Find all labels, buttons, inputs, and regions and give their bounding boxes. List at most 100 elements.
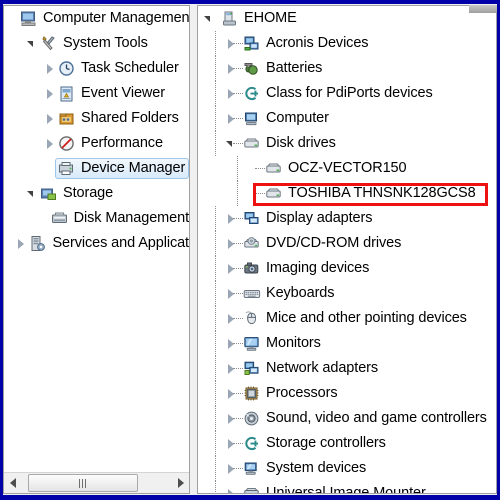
keyboard-icon [243, 285, 261, 303]
console-tree-pane[interactable]: Computer Management System Tools Task Sche… [3, 5, 190, 494]
expander-collapsed-icon[interactable] [223, 86, 239, 102]
tree-item[interactable]: Shared Folders [4, 106, 189, 131]
tree-item[interactable]: Keyboards [198, 281, 496, 306]
tree-connector-line [215, 256, 216, 281]
expander-collapsed-icon[interactable] [42, 111, 58, 127]
tree-connector-line [215, 381, 216, 406]
tree-item-label: Batteries [266, 60, 323, 77]
tree-item-label: Sound, video and game controllers [266, 410, 487, 427]
tree-item[interactable]: Device Manager [4, 156, 189, 181]
monitor-icon [243, 335, 261, 353]
tree-item[interactable]: Imaging devices [198, 256, 496, 281]
expander-collapsed-icon[interactable] [223, 111, 239, 127]
horizontal-scrollbar[interactable] [4, 472, 189, 493]
tree-item-label: Class for PdiPorts devices [266, 85, 433, 102]
tree-item[interactable]: Performance [4, 131, 189, 156]
expander-collapsed-icon[interactable] [223, 261, 239, 277]
expander-expanded-icon[interactable] [223, 136, 239, 152]
expander-collapsed-icon[interactable] [223, 61, 239, 77]
tree-item[interactable]: TOSHIBA THNSNK128GCS8 [198, 181, 496, 206]
tree-item[interactable]: Services and Applicat [4, 231, 189, 256]
tree-item[interactable]: EHOME [198, 6, 496, 31]
tree-item-label: Services and Applicat [52, 235, 189, 252]
tree-item[interactable]: Processors [198, 381, 496, 406]
tree-item-label: Universal Image Mounter [261, 486, 426, 493]
console-tree-viewport[interactable]: Computer Management System Tools Task Sche… [4, 6, 189, 472]
scrollbar-corner [469, 5, 497, 13]
expander-placeholder [35, 211, 51, 227]
client-area: Computer Management System Tools Task Sche… [3, 4, 497, 495]
expander-expanded-icon[interactable] [24, 186, 40, 202]
tree-connector-line [215, 31, 216, 56]
tree-item[interactable]: Disk Management [4, 206, 189, 231]
expander-collapsed-icon[interactable] [223, 486, 239, 493]
expander-collapsed-icon[interactable] [223, 386, 239, 402]
performance-icon [58, 135, 76, 153]
tree-item[interactable]: Monitors [198, 331, 496, 356]
computer-icon [221, 10, 239, 28]
tree-item[interactable]: Class for PdiPorts devices [198, 81, 496, 106]
tree-item[interactable]: Computer Management [4, 6, 189, 31]
expander-placeholder [245, 186, 261, 202]
expander-placeholder [245, 161, 261, 177]
expander-collapsed-icon[interactable] [42, 86, 58, 102]
system-tools-icon [40, 35, 58, 53]
tree-item[interactable]: Storage [4, 181, 189, 206]
expander-expanded-icon[interactable] [201, 11, 217, 27]
tree-item[interactable]: DVD/CD-ROM drives [198, 231, 496, 256]
expander-collapsed-icon[interactable] [42, 61, 58, 77]
storage-icon [40, 185, 58, 203]
expander-collapsed-icon[interactable] [223, 411, 239, 427]
pane-splitter[interactable] [190, 5, 197, 494]
expander-collapsed-icon[interactable] [223, 311, 239, 327]
expander-collapsed-icon[interactable] [223, 211, 239, 227]
scroll-right-arrow[interactable] [172, 473, 189, 493]
tree-item[interactable]: Batteries [198, 56, 496, 81]
device-manager-pane[interactable]: EHOME Acronis Devices Batteries Class for P… [197, 5, 497, 494]
tree-item-label: Event Viewer [81, 85, 165, 102]
tree-item[interactable]: Network adapters [198, 356, 496, 381]
tree-item-label: Keyboards [266, 285, 335, 302]
expander-collapsed-icon[interactable] [223, 336, 239, 352]
expander-collapsed-icon[interactable] [223, 236, 239, 252]
tree-item-label: Mice and other pointing devices [266, 310, 467, 327]
tree-item-label: Computer Management [43, 10, 189, 27]
tree-item[interactable]: Mice and other pointing devices [198, 306, 496, 331]
generic-class-icon [243, 435, 261, 453]
tree-item[interactable]: Sound, video and game controllers [198, 406, 496, 431]
expander-collapsed-icon[interactable] [223, 36, 239, 52]
tree-connector-line [215, 106, 216, 131]
tree-item[interactable]: Disk drives [198, 131, 496, 156]
disk-management-icon [51, 210, 69, 228]
device-manager-viewport[interactable]: EHOME Acronis Devices Batteries Class for P… [198, 6, 496, 493]
expander-collapsed-icon[interactable] [42, 136, 58, 152]
tree-item[interactable]: Task Scheduler [4, 56, 189, 81]
tree-item-label: Disk Management [73, 210, 189, 227]
tree-item-label: Acronis Devices [266, 35, 369, 52]
expander-collapsed-icon[interactable] [223, 436, 239, 452]
tree-item[interactable]: System devices [198, 456, 496, 481]
expander-collapsed-icon[interactable] [223, 286, 239, 302]
tree-item-label: Processors [266, 385, 338, 402]
tree-item[interactable]: Display adapters [198, 206, 496, 231]
tree-item[interactable]: Event Viewer [4, 81, 189, 106]
computer-management-icon [20, 10, 38, 28]
horizontal-scroll-thumb[interactable] [28, 474, 138, 492]
tree-item[interactable]: Storage controllers [198, 431, 496, 456]
tree-item[interactable]: Universal Image Mounter [198, 481, 496, 493]
expander-collapsed-icon[interactable] [13, 236, 29, 252]
tree-item[interactable]: Computer [198, 106, 496, 131]
expander-collapsed-icon[interactable] [223, 461, 239, 477]
tree-item-label: Monitors [266, 335, 321, 352]
generic-class-icon [243, 85, 261, 103]
tree-connector-line [215, 431, 216, 456]
expander-collapsed-icon[interactable] [223, 361, 239, 377]
expander-expanded-icon[interactable] [24, 36, 40, 52]
tree-item[interactable]: Acronis Devices [198, 31, 496, 56]
tree-item-label: Disk drives [266, 135, 336, 152]
tree-item[interactable]: System Tools [4, 31, 189, 56]
tree-item[interactable]: OCZ-VECTOR150 [198, 156, 496, 181]
scroll-left-arrow[interactable] [4, 473, 21, 493]
tree-connector-line [215, 456, 216, 481]
event-viewer-icon [58, 85, 76, 103]
